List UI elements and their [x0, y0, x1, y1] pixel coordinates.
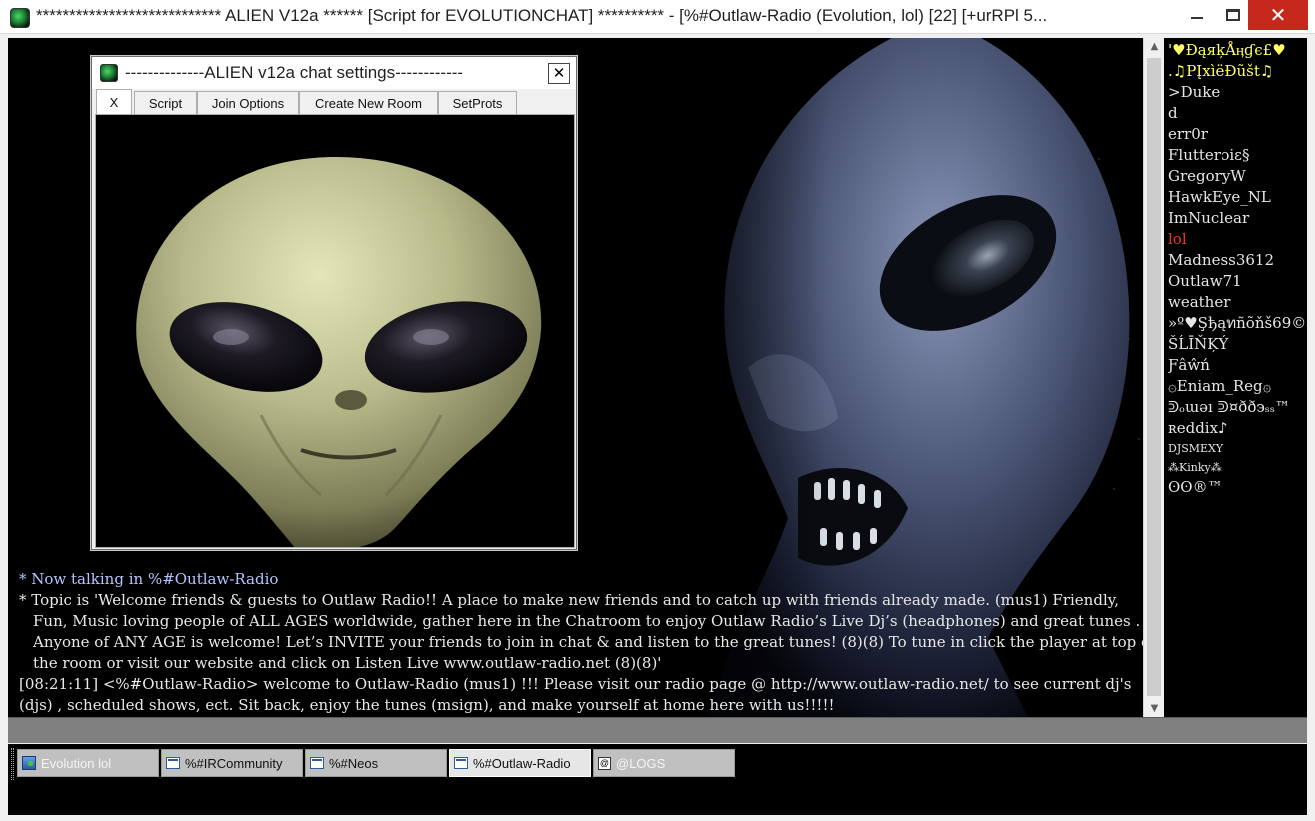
- chat-settings-dialog: --------------ALIEN v12a chat settings--…: [91, 56, 577, 550]
- tab-x[interactable]: X: [96, 89, 132, 114]
- tab-join-options[interactable]: Join Options: [197, 91, 299, 114]
- tab-script[interactable]: Script: [134, 91, 197, 114]
- nick-item[interactable]: d: [1168, 103, 1307, 124]
- switchbar-tab-label: @LOGS: [616, 755, 666, 771]
- logs-icon: @: [598, 756, 611, 770]
- channel-icon: [454, 757, 468, 769]
- maximize-icon: [1226, 9, 1240, 21]
- nick-item[interactable]: ۞Eniam_Reg۞: [1168, 376, 1307, 397]
- nick-item[interactable]: err0r: [1168, 124, 1307, 145]
- tab-setprots[interactable]: SetProts: [438, 91, 517, 114]
- nick-item[interactable]: Ƒâŵń: [1168, 355, 1307, 376]
- chat-line: * Topic is 'Welcome friends & guests to …: [19, 591, 1119, 609]
- channel-icon: [310, 757, 324, 769]
- switchbar-tab-label: Evolution lol: [41, 755, 112, 771]
- nick-item[interactable]: ⁂Kinky⁂: [1168, 458, 1307, 477]
- close-icon: ✕: [552, 64, 566, 82]
- nick-item[interactable]: Outlaw71: [1168, 271, 1307, 292]
- nick-item[interactable]: weather: [1168, 292, 1307, 313]
- switchbar-tab-label: %#Outlaw-Radio: [473, 755, 571, 771]
- chat-input[interactable]: [8, 717, 1307, 743]
- nick-item[interactable]: »º♥Şђąทñõňš69©: [1168, 313, 1307, 334]
- chat-line: Fun, Music loving people of ALL AGES wor…: [33, 612, 1141, 630]
- scroll-down-icon[interactable]: ▼: [1144, 700, 1165, 717]
- nick-item[interactable]: >Duke: [1168, 82, 1307, 103]
- dialog-title: --------------ALIEN v12a chat settings--…: [125, 63, 464, 82]
- status-icon: [22, 756, 36, 770]
- title-bar: **************************** ALIEN V12a …: [0, 0, 1315, 34]
- nick-item[interactable]: '♥ĐąяķÅӊɠє£♥: [1168, 40, 1307, 61]
- nick-item[interactable]: Flutterɔiɛ§: [1168, 145, 1307, 166]
- nick-item[interactable]: .♫PĮxìëĐũšt♫: [1168, 61, 1307, 82]
- minimize-icon: [1191, 17, 1203, 19]
- switchbar-grip[interactable]: [11, 748, 14, 780]
- close-icon: ✕: [1269, 3, 1287, 27]
- chat-line: [08:21:11] <%#Outlaw-Radio> welcome to O…: [19, 675, 1132, 693]
- nick-item[interactable]: DJSMEXY: [1168, 439, 1307, 458]
- close-button[interactable]: ✕: [1248, 0, 1308, 30]
- switchbar-tab[interactable]: %#Outlaw-Radio: [449, 749, 591, 777]
- chat-scrollbar[interactable]: ▲ ▼: [1143, 38, 1164, 717]
- switchbar-tab[interactable]: %#IRCommunity: [161, 749, 303, 777]
- nick-item[interactable]: ImNuclear: [1168, 208, 1307, 229]
- scroll-thumb[interactable]: [1147, 58, 1161, 696]
- alien-dialog-icon: [100, 64, 118, 82]
- chat-line: the room or visit our website and click …: [33, 654, 662, 672]
- chat-messages: * Now talking in %#Outlaw-Radio * Topic …: [19, 569, 1156, 716]
- switchbar: Evolution lol %#IRCommunity %#Neos %#Outlaw…: [8, 744, 1307, 815]
- nick-item[interactable]: ŠĹĪŇĶÝ: [1168, 334, 1307, 355]
- window-title: **************************** ALIEN V12a …: [36, 6, 1048, 25]
- switchbar-tab[interactable]: Evolution lol: [17, 749, 159, 777]
- grey-alien-image: [96, 115, 574, 547]
- alien-app-icon[interactable]: [10, 8, 30, 28]
- chat-line: Anyone of ANY AGE is welcome! Let’s INVI…: [33, 633, 1156, 651]
- nick-list[interactable]: '♥ĐąяķÅӊɠє£♥ .♫PĮxìëĐũšt♫ >Duke d err0r Flutt…: [1165, 38, 1307, 717]
- tab-create-new-room[interactable]: Create New Room: [299, 91, 438, 114]
- switchbar-tab-label: %#Neos: [329, 755, 379, 771]
- switchbar-tab[interactable]: @ @LOGS: [593, 749, 735, 777]
- scroll-up-icon[interactable]: ▲: [1144, 38, 1165, 55]
- nick-item[interactable]: ʀeddix♪: [1168, 418, 1307, 439]
- nick-item[interactable]: HawkEye_NL: [1168, 187, 1307, 208]
- nick-item[interactable]: ᕲₒɯǝı ᕲ¤ðð϶ₛₛ™: [1168, 397, 1307, 418]
- dialog-close-button[interactable]: ✕: [548, 63, 570, 84]
- channel-icon: [166, 757, 180, 769]
- switchbar-tab-label: %#IRCommunity: [185, 755, 283, 771]
- dialog-title-bar[interactable]: --------------ALIEN v12a chat settings--…: [92, 57, 576, 89]
- chat-line: (djs) , scheduled shows, ect. Sit back, …: [19, 696, 835, 714]
- chat-line: * Now talking in %#Outlaw-Radio: [19, 570, 279, 588]
- nick-item[interactable]: GregoryW: [1168, 166, 1307, 187]
- dialog-panel: [95, 114, 575, 548]
- nick-item[interactable]: ʘʘ®™: [1168, 477, 1307, 498]
- switchbar-tab[interactable]: %#Neos: [305, 749, 447, 777]
- nick-item[interactable]: lol: [1168, 229, 1307, 250]
- nick-item[interactable]: Madness3612: [1168, 250, 1307, 271]
